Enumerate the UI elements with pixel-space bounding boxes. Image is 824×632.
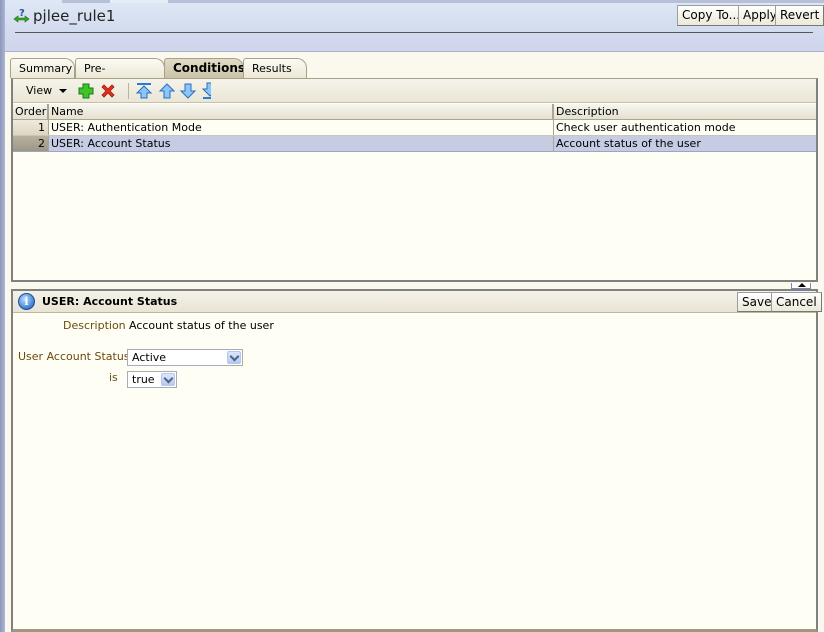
is-value: true xyxy=(132,373,155,386)
description-value: Account status of the user xyxy=(129,319,274,332)
operator-is-label: is xyxy=(109,371,118,384)
conditions-toolbar: View xyxy=(13,79,816,103)
toolbar-separator xyxy=(128,83,129,99)
column-header-name[interactable]: Name xyxy=(48,104,553,119)
tab-pre-conditions[interactable]: Pre-Conditions xyxy=(75,58,165,94)
rule-question-icon: ? xyxy=(13,7,31,25)
svg-text:?: ? xyxy=(19,8,25,19)
cell-name: USER: Authentication Mode xyxy=(48,120,553,135)
user-account-status-select[interactable]: Active xyxy=(127,349,243,366)
cell-description: Account status of the user xyxy=(553,136,816,151)
cell-order: 2 xyxy=(13,136,48,151)
is-value-select[interactable]: true xyxy=(127,371,177,388)
move-up-icon[interactable] xyxy=(158,82,176,100)
table-row-selected[interactable]: 2 USER: Account Status Account status of… xyxy=(13,136,816,152)
delete-icon[interactable] xyxy=(99,82,117,100)
cell-description: Check user authentication mode xyxy=(553,120,816,135)
revert-button[interactable]: Revert xyxy=(775,5,824,26)
condition-detail-panel: i USER: Account Status Save Cancel Descr… xyxy=(11,289,822,632)
move-down-icon[interactable] xyxy=(179,82,197,100)
view-menu-label: View xyxy=(26,84,53,97)
main-content: Summary Pre-Conditions Conditions Result… xyxy=(5,51,824,632)
detail-title: USER: Account Status xyxy=(42,295,178,308)
page-title-text: pjlee_rule1 xyxy=(33,7,116,25)
page-title: ? pjlee_rule1 xyxy=(13,7,115,25)
cancel-button[interactable]: Cancel xyxy=(771,292,822,312)
user-account-status-label: User Account Status xyxy=(18,350,130,363)
detail-header: i USER: Account Status Save Cancel xyxy=(13,291,822,313)
table-row[interactable]: 1 USER: Authentication Mode Check user a… xyxy=(13,120,816,136)
view-menu[interactable]: View xyxy=(26,84,67,97)
chevron-down-icon xyxy=(161,373,175,386)
user-account-status-value: Active xyxy=(132,351,167,364)
column-header-order[interactable]: Order xyxy=(13,104,48,119)
move-top-icon[interactable] xyxy=(135,82,153,100)
copy-to-button[interactable]: Copy To... xyxy=(677,5,746,26)
move-bottom-icon[interactable] xyxy=(201,82,211,100)
description-label: Description xyxy=(63,319,126,332)
table-header-row: Order Name Description xyxy=(13,104,816,120)
tab-results[interactable]: Results xyxy=(243,58,307,78)
conditions-panel: View Order Name Description 1 USER: Auth… xyxy=(11,78,818,282)
cell-name: USER: Account Status xyxy=(48,136,553,151)
chevron-down-icon xyxy=(58,89,67,93)
tab-conditions[interactable]: Conditions xyxy=(164,58,245,78)
tab-summary[interactable]: Summary xyxy=(10,58,75,78)
cell-order: 1 xyxy=(13,120,48,135)
page-header: ? pjlee_rule1 Copy To... Apply Revert xyxy=(5,3,824,51)
add-icon[interactable] xyxy=(77,82,95,100)
info-icon: i xyxy=(18,293,35,310)
header-divider xyxy=(15,32,813,33)
column-header-description[interactable]: Description xyxy=(553,104,816,119)
conditions-table: Order Name Description 1 USER: Authentic… xyxy=(13,104,816,152)
chevron-down-icon xyxy=(227,351,241,364)
